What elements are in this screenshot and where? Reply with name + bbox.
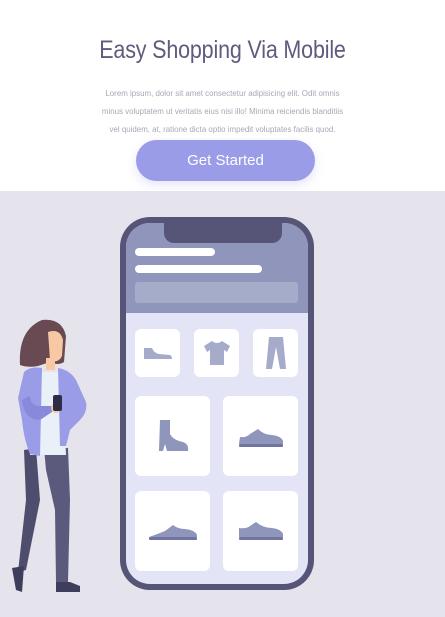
hero-section: Easy Shopping Via Mobile Lorem ipsum, do… — [0, 0, 445, 191]
pants-icon — [265, 337, 286, 369]
phone-screen — [126, 223, 308, 584]
sneaker-icon — [238, 429, 283, 447]
phone-illustration — [120, 217, 314, 590]
category-tile[interactable] — [253, 329, 298, 377]
header-placeholder-bar — [135, 248, 215, 256]
header-placeholder-bar — [135, 265, 262, 273]
product-tile[interactable] — [223, 396, 298, 476]
product-tile[interactable] — [135, 491, 210, 571]
ankle-boot-icon — [158, 420, 188, 451]
search-bar-placeholder[interactable] — [135, 282, 298, 303]
product-tile[interactable] — [223, 491, 298, 571]
flat-shoe-icon — [143, 348, 172, 359]
category-tile[interactable] — [135, 329, 180, 377]
sneaker-icon — [238, 522, 283, 540]
page-title: Easy Shopping Via Mobile — [99, 36, 346, 64]
get-started-button[interactable]: Get Started — [136, 140, 315, 181]
hero-description: Lorem ipsum, dolor sit amet consectetur … — [101, 88, 344, 134]
phone-notch — [164, 223, 282, 243]
low-shoe-icon — [148, 525, 197, 540]
category-tile[interactable] — [194, 329, 239, 377]
tshirt-icon — [203, 341, 230, 365]
woman-shopper-illustration — [12, 319, 87, 592]
product-tile[interactable] — [135, 396, 210, 476]
